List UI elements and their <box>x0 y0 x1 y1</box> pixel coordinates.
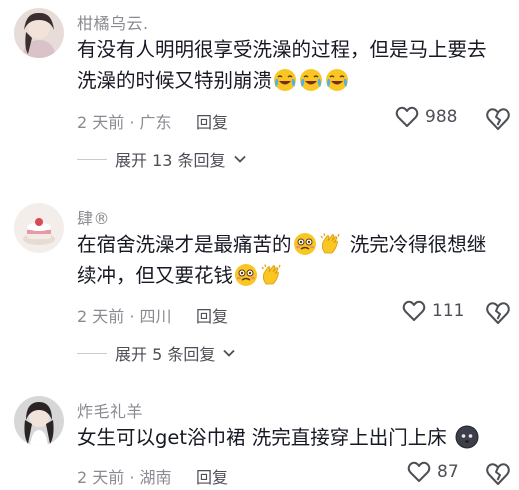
comment-text: 有没有人明明很享受洗澡的过程，但是马上要去 洗澡的时候又特别崩溃 <box>77 38 487 92</box>
dislike-button[interactable] <box>485 107 511 131</box>
chevron-down-icon <box>223 349 235 357</box>
divider <box>77 158 107 160</box>
comment-1: 柑橘乌云. 有没有人明明很享受洗澡的过程，但是马上要去 洗澡的时候又特别崩溃 2… <box>0 0 519 170</box>
comment-meta: 2 天前 · 广东 <box>77 113 172 132</box>
comment-text: 女生可以get浴巾裙 洗完直接穿上出门上床 <box>77 422 507 453</box>
heart-outline-icon <box>395 106 419 127</box>
avatar[interactable] <box>14 396 64 446</box>
comment-2: 肆® 在宿舍洗澡才是最痛苦的 洗完冷得很想继 续冲，但又要花钱 2 天前 · 四… <box>0 195 519 365</box>
broken-heart-icon <box>486 108 510 130</box>
comment-text: 在宿舍洗澡才是最痛苦的 洗完冷得很想继 续冲，但又要花钱 <box>77 233 487 287</box>
chevron-down-icon <box>233 155 246 163</box>
reply-button[interactable]: 回复 <box>196 464 228 488</box>
broken-heart-icon <box>486 302 510 324</box>
like-count: 111 <box>432 301 465 321</box>
clapping-hands-emoji <box>261 264 281 285</box>
reply-button[interactable]: 回复 <box>196 109 228 133</box>
like-button[interactable]: 988 <box>395 106 457 128</box>
divider <box>77 352 107 354</box>
crying-laughing-emoji <box>326 69 349 91</box>
broken-heart-icon <box>486 463 510 485</box>
comment-3: 炸毛礼羊 女生可以get浴巾裙 洗完直接穿上出门上床 2 天前 · 湖南 回复 … <box>0 388 519 490</box>
avatar[interactable] <box>14 203 64 253</box>
username[interactable]: 肆® <box>77 205 110 229</box>
reply-button[interactable]: 回复 <box>196 303 228 327</box>
avatar[interactable] <box>14 8 64 58</box>
expand-replies-button[interactable]: 展开 5 条回复 <box>77 341 235 365</box>
like-button[interactable]: 87 <box>407 461 459 483</box>
dislike-button[interactable] <box>485 462 511 486</box>
heart-outline-icon <box>402 300 426 321</box>
like-count: 988 <box>425 107 458 127</box>
dark-face-emoji <box>455 425 479 449</box>
comment-meta: 2 天前 · 湖南 <box>77 468 172 487</box>
dislike-button[interactable] <box>485 301 511 325</box>
clapping-hands-emoji <box>319 233 340 254</box>
like-button[interactable]: 111 <box>402 300 464 322</box>
comment-meta: 2 天前 · 四川 <box>77 307 172 326</box>
expand-replies-button[interactable]: 展开 13 条回复 <box>77 147 246 171</box>
crying-laughing-emoji <box>300 69 323 91</box>
dizzy-face-emoji <box>235 264 258 286</box>
like-count: 87 <box>437 462 459 482</box>
crying-laughing-emoji <box>274 69 297 91</box>
dizzy-face-emoji <box>293 233 316 255</box>
heart-outline-icon <box>407 461 431 482</box>
username[interactable]: 柑橘乌云. <box>77 10 149 34</box>
username[interactable]: 炸毛礼羊 <box>77 398 143 422</box>
